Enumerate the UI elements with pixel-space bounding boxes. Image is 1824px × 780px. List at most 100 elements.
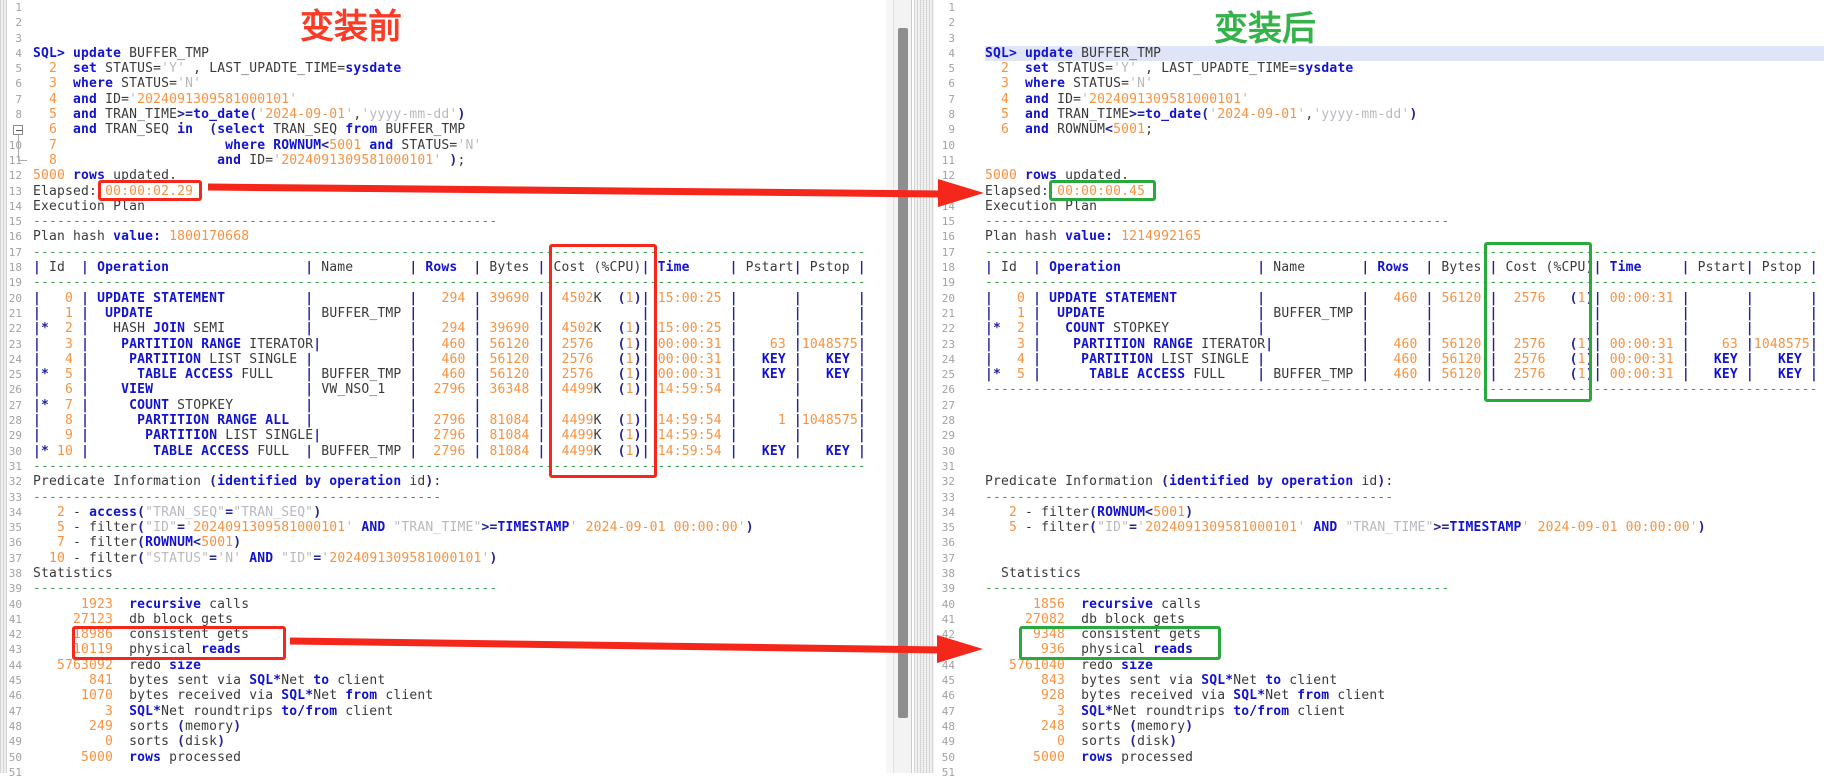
code-line: 18 | Id | Operation | Name | Rows | Bytes…	[914, 260, 1824, 275]
code-line: 36 7 - filter(ROWNUM<5001)	[0, 535, 893, 550]
code-line: 28	[914, 413, 1824, 428]
code-text: Execution Plan	[985, 198, 1098, 214]
code-line: 22 |* 2 | HASH JOIN SEMI | | 294 | 39690 …	[0, 321, 893, 336]
line-number: 15	[8, 215, 22, 229]
code-text: | 0 | UPDATE STATEMENT | | 294 | 39690 |…	[33, 290, 866, 306]
code-text: | 3 | PARTITION RANGE ITERATOR| | 460 | …	[33, 336, 866, 352]
line-number: 45	[8, 674, 22, 688]
fold-collapse-icon[interactable]	[13, 125, 23, 135]
line-number: 19	[8, 276, 22, 290]
code-text: 5 and TRAN_TIME>=to_date('2024-09-01','y…	[1001, 107, 1418, 123]
line-number: 37	[8, 551, 22, 565]
code-line: 24 | 4 | PARTITION LIST SINGLE | | 460 | …	[0, 352, 893, 367]
code-text: 8 and ID='2024091309581000101' );	[49, 152, 466, 168]
code-line: 33 --------------------------------------…	[0, 490, 893, 505]
code-line: 32 Predicate Information (identified by o…	[914, 474, 1824, 489]
code-line: 16 Plan hash value: 1800170668	[0, 229, 893, 244]
code-text: ----------------------------------------…	[33, 275, 866, 291]
code-text: 1856 recursive calls	[985, 596, 1202, 612]
line-number: 2	[948, 16, 955, 30]
line-number: 38	[941, 566, 955, 580]
line-number: 17	[8, 245, 22, 259]
code-text: 27123 db block gets	[33, 611, 234, 627]
code-text: 5000 rows processed	[33, 749, 242, 765]
code-line: 29	[914, 428, 1824, 443]
code-line: 45 841 bytes sent via SQL*Net to client	[0, 673, 893, 688]
code-line: 14 Execution Plan	[914, 199, 1824, 214]
line-number: 4	[948, 46, 955, 60]
line-number: 8	[948, 108, 955, 122]
line-number: 16	[8, 230, 22, 244]
line-number: 18	[8, 261, 22, 275]
line-number: 8	[15, 108, 22, 122]
line-number: 41	[941, 612, 955, 626]
line-number: 35	[8, 521, 22, 535]
code-text: SQL> update BUFFER_TMP	[985, 45, 1162, 61]
line-number: 28	[8, 414, 22, 428]
line-number: 29	[941, 429, 955, 443]
line-number: 7	[948, 92, 955, 106]
code-line: 49 0 sorts (disk)	[914, 734, 1824, 749]
code-line: 34 2 - filter(ROWNUM<5001)	[914, 505, 1824, 520]
code-line: 39 --------------------------------------…	[914, 581, 1824, 596]
code-text: 5763092 redo size	[33, 657, 202, 673]
line-number: 43	[941, 643, 955, 657]
line-number: 50	[941, 750, 955, 764]
code-line: 20 | 0 | UPDATE STATEMENT | | 460 | 56120…	[914, 291, 1824, 306]
code-text: 0 sorts (disk)	[33, 734, 226, 750]
code-area-after: 1 2 3 4 SQL> update BUFFER_TMP 5 2 set STATUS…	[914, 0, 1824, 780]
line-number: 51	[8, 765, 22, 779]
annotation-box-cost-before	[549, 244, 657, 478]
code-text: 1070 bytes received via SQL*Net from cli…	[33, 688, 434, 704]
code-text: 7 where ROWNUM<5001 and STATUS='N'	[49, 137, 482, 153]
line-number: 43	[8, 643, 22, 657]
line-number: 49	[8, 735, 22, 749]
code-line: 41 27082 db block gets	[914, 612, 1824, 627]
label-after-change: 变装后	[1214, 9, 1316, 49]
line-number: 27	[941, 398, 955, 412]
line-number: 42	[8, 628, 22, 642]
code-text: ----------------------------------------…	[985, 275, 1818, 291]
line-number: 3	[15, 31, 22, 45]
code-text: 3 SQL*Net roundtrips to/from client	[985, 703, 1346, 719]
code-text: 2 - access("TRAN_SEQ"="TRAN_SEQ")	[57, 504, 322, 520]
line-number: 45	[941, 674, 955, 688]
code-text: 5 and TRAN_TIME>=to_date('2024-09-01','y…	[49, 107, 466, 123]
code-text: Predicate Information (identified by ope…	[985, 474, 1394, 490]
line-number: 34	[941, 505, 955, 519]
code-text: 3 where STATUS='N'	[49, 76, 202, 92]
code-line: 51	[0, 765, 893, 780]
code-text: 3 where STATUS='N'	[1001, 76, 1154, 92]
line-number: 31	[8, 459, 22, 473]
line-number: 20	[8, 291, 22, 305]
code-text: 5 - filter("ID"='2024091309581000101' AN…	[57, 520, 754, 536]
code-line: 1	[0, 0, 893, 15]
code-text: 841 bytes sent via SQL*Net to client	[33, 673, 386, 689]
left-pane-scrollbar[interactable]	[893, 0, 912, 773]
code-line: 7 4 and ID='2024091309581000101'	[914, 92, 1824, 107]
line-number: 32	[8, 475, 22, 489]
annotation-box-elapsed-before	[98, 180, 202, 201]
code-text: | 8 | PARTITION RANGE ALL | | 2796 | 810…	[33, 413, 866, 429]
line-number: 29	[8, 429, 22, 443]
line-number: 5	[15, 62, 22, 76]
line-number: 25	[8, 368, 22, 382]
annotation-box-stats-after	[1019, 626, 1221, 660]
code-line: 34 2 - access("TRAN_SEQ"="TRAN_SEQ")	[0, 505, 893, 520]
line-number: 24	[941, 352, 955, 366]
code-text: 843 bytes sent via SQL*Net to client	[985, 673, 1338, 689]
code-text: 1923 recursive calls	[33, 596, 250, 612]
code-text: ----------------------------------------…	[33, 581, 498, 597]
code-text: 5761040 redo size	[985, 657, 1154, 673]
line-number: 31	[941, 459, 955, 473]
line-number: 23	[8, 337, 22, 351]
code-text: ----------------------------------------…	[985, 489, 1394, 505]
line-number: 14	[941, 199, 955, 213]
scrollbar-thumb[interactable]	[898, 28, 908, 718]
code-line: 40 1923 recursive calls	[0, 597, 893, 612]
code-text: | Id | Operation | Name | Rows | Bytes |…	[985, 260, 1818, 276]
